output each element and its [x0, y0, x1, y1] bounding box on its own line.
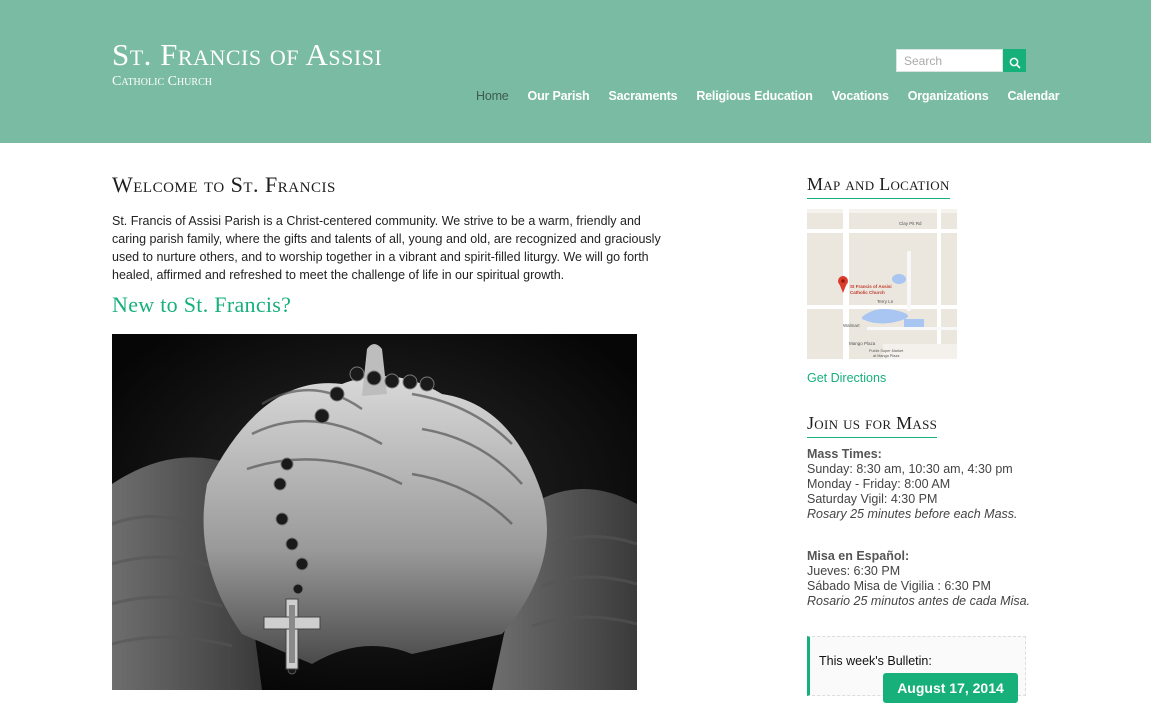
mass-times-heading: Mass Times:: [807, 447, 882, 461]
map-label-mango: Mango Plaza: [849, 341, 876, 346]
site-subtitle: Catholic Church: [112, 74, 212, 89]
site-title[interactable]: St. Francis of Assisi: [112, 37, 382, 73]
map-label-church-line1: St Francis of Assisi: [850, 284, 892, 289]
mass-times-spanish: Misa en Español: Jueves: 6:30 PM Sábado …: [807, 549, 1030, 609]
map-location-title: Map and Location: [807, 174, 950, 199]
rosary-note: Rosary 25 minutes before each Mass.: [807, 507, 1018, 521]
misa-jueves: Jueves: 6:30 PM: [807, 564, 901, 578]
misa-heading: Misa en Español:: [807, 549, 910, 563]
nav-item-our-parish[interactable]: Our Parish: [528, 89, 590, 103]
bulletin-label: This week's Bulletin:: [819, 654, 932, 668]
rosario-note: Rosario 25 minutos antes de cada Misa.: [807, 594, 1031, 608]
search-button[interactable]: [1003, 49, 1026, 72]
location-map[interactable]: St Francis of Assisi Catholic Church Cla…: [807, 209, 957, 359]
map-label-church-line2: Catholic Church: [850, 290, 885, 295]
map-label-publix-2: at Mango Plaza: [873, 354, 900, 358]
search-icon: [1009, 57, 1021, 69]
nav-item-vocations[interactable]: Vocations: [832, 89, 889, 103]
get-directions-link[interactable]: Get Directions: [807, 371, 886, 385]
mass-title: Join us for Mass: [807, 413, 938, 438]
map-label-publix-1: Publix Super Market: [869, 349, 904, 353]
misa-sabado: Sábado Misa de Vigilia : 6:30 PM: [807, 579, 991, 593]
nav-item-organizations[interactable]: Organizations: [908, 89, 989, 103]
nav-item-home[interactable]: Home: [476, 89, 509, 103]
bulletin-box: This week's Bulletin: August 17, 2014: [807, 636, 1026, 703]
welcome-title: Welcome to St. Francis: [112, 172, 336, 197]
mass-sunday: Sunday: 8:30 am, 10:30 am, 4:30 pm: [807, 462, 1013, 476]
mass-weekday: Monday - Friday: 8:00 AM: [807, 477, 951, 491]
rosary-hands-photo: [112, 334, 637, 690]
map-label-clay-pit: Clay Pit Rd: [899, 221, 922, 226]
map-label-walmart: Walmart: [843, 323, 860, 328]
nav-item-calendar[interactable]: Calendar: [1007, 89, 1059, 103]
mass-saturday: Saturday Vigil: 4:30 PM: [807, 492, 938, 506]
site-header: St. Francis of Assisi Catholic Church Ho…: [0, 0, 1151, 143]
new-to-parish-title[interactable]: New to St. Francis?: [112, 292, 291, 318]
main-nav: Home Our Parish Sacraments Religious Edu…: [476, 89, 1078, 103]
map-label-terry: Terry Ln: [877, 299, 894, 304]
intro-paragraph: St. Francis of Assisi Parish is a Christ…: [112, 214, 661, 282]
nav-item-sacraments[interactable]: Sacraments: [608, 89, 677, 103]
bulletin-button[interactable]: August 17, 2014: [883, 673, 1018, 703]
nav-item-religious-education[interactable]: Religious Education: [696, 89, 813, 103]
search-input[interactable]: [896, 49, 1003, 72]
mass-times-english: Mass Times: Sunday: 8:30 am, 10:30 am, 4…: [807, 447, 1018, 522]
